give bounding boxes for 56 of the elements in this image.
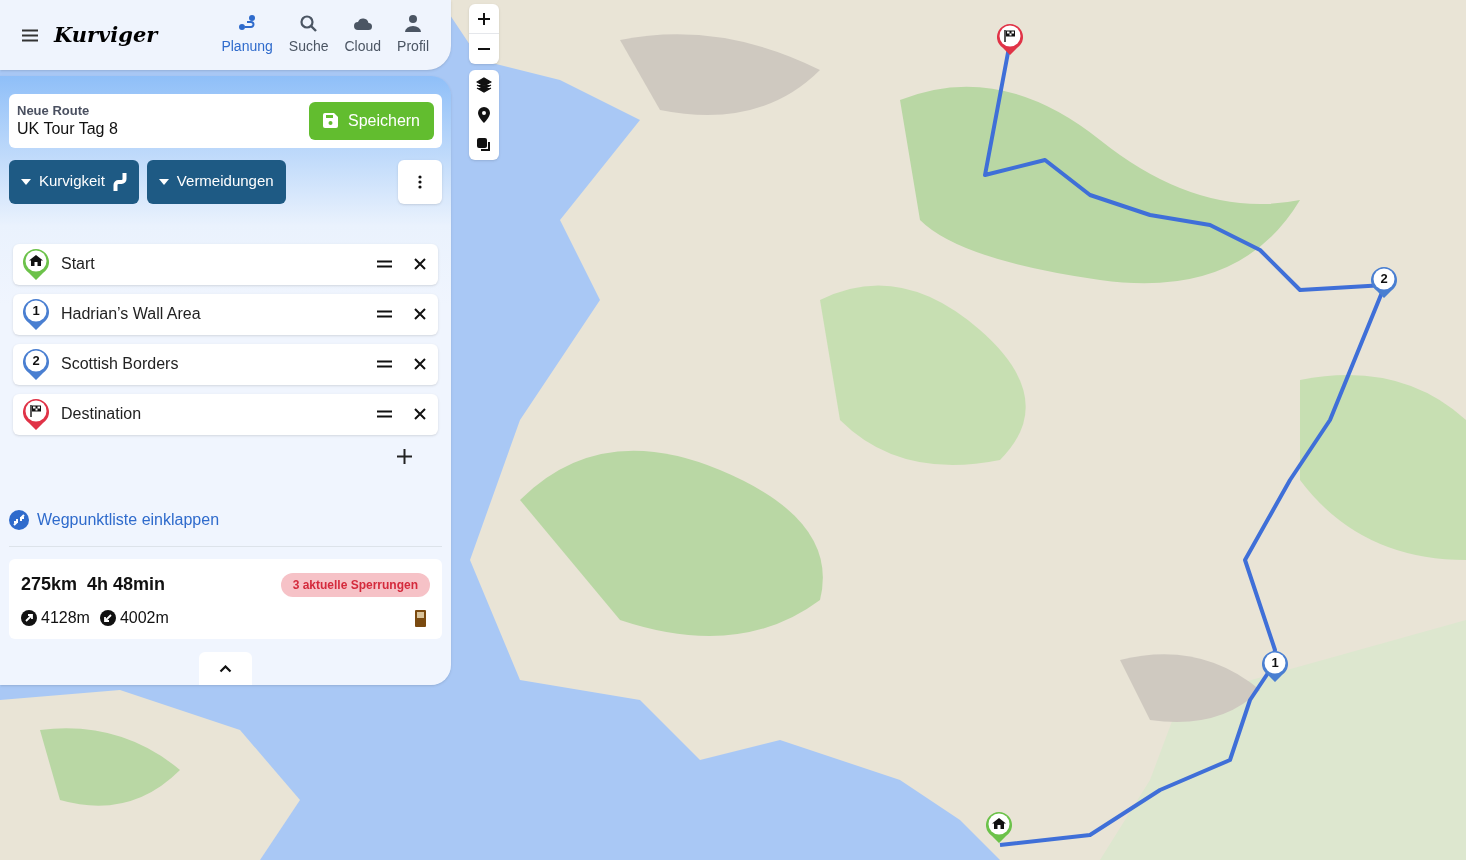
- nav-tab[interactable]: Cloud: [344, 13, 382, 57]
- minus-icon: [477, 47, 491, 51]
- more-icon: [418, 174, 422, 189]
- waypoint-row[interactable]: Destination: [13, 393, 438, 435]
- descent: 4002m: [119, 608, 169, 629]
- copy-icon: [476, 137, 492, 153]
- numbered-pin-icon: 1: [21, 297, 51, 331]
- ascent-icon: [21, 610, 37, 627]
- layers-icon: [476, 77, 492, 93]
- plus-icon: [477, 11, 491, 26]
- route-name: UK Tour Tag 8: [17, 118, 118, 139]
- map-marker[interactable]: 2: [1369, 265, 1399, 299]
- waypoint-row[interactable]: Start: [13, 243, 438, 285]
- distance: 275km: [21, 573, 78, 597]
- flag-pin-icon: [21, 397, 51, 431]
- nav-tab[interactable]: Profil: [397, 13, 429, 57]
- caret-icon: [21, 178, 31, 185]
- waypoint-row[interactable]: 1 Hadrian’s Wall Area: [13, 293, 438, 335]
- dropdown-button[interactable]: Kurvigkeit: [9, 159, 139, 204]
- drag-handle-icon[interactable]: [377, 410, 392, 418]
- caret-icon: [158, 178, 169, 185]
- nav-tab[interactable]: Planung: [221, 13, 273, 57]
- user-icon: [403, 13, 424, 34]
- chevron-up-icon: [219, 664, 232, 673]
- plus-icon: [396, 448, 412, 464]
- menu-button[interactable]: [22, 28, 38, 42]
- close-icon[interactable]: [414, 358, 426, 370]
- duration: 4h 48min: [87, 573, 166, 597]
- floppy-icon: [322, 113, 338, 129]
- route-caption: Neue Route: [17, 102, 91, 119]
- ascent: 4128m: [41, 608, 90, 629]
- descent-icon: [99, 610, 116, 627]
- close-icon[interactable]: [414, 408, 426, 420]
- numbered-pin-icon: 2: [21, 347, 51, 381]
- curve-icon: [112, 172, 127, 191]
- home-pin-icon: [21, 247, 51, 281]
- waypoint-row[interactable]: 2 Scottish Borders: [13, 343, 438, 385]
- map-marker[interactable]: 1: [1260, 649, 1290, 683]
- drag-handle-icon[interactable]: [377, 260, 392, 268]
- add-waypoint-button[interactable]: [394, 446, 414, 467]
- close-icon[interactable]: [414, 258, 426, 270]
- nav-tab[interactable]: Suche: [288, 13, 329, 57]
- collapse-icon: [9, 510, 29, 531]
- drag-handle-icon[interactable]: [377, 310, 392, 318]
- close-icon[interactable]: [414, 308, 426, 320]
- closures-badge: 3 aktuelle Sperrungen: [280, 572, 430, 597]
- map-marker[interactable]: [984, 810, 1014, 844]
- search-icon: [298, 13, 319, 34]
- drag-handle-icon[interactable]: [377, 360, 392, 368]
- collapse-link[interactable]: Wegpunktliste einklappen: [9, 508, 442, 533]
- map-marker[interactable]: [995, 22, 1025, 56]
- logo: Kurviger: [54, 21, 158, 50]
- road-sign-icon: [415, 609, 426, 627]
- dropdown-button[interactable]: Vermeidungen: [146, 159, 286, 204]
- pin-icon: [478, 107, 490, 123]
- menu-icon: [22, 28, 38, 42]
